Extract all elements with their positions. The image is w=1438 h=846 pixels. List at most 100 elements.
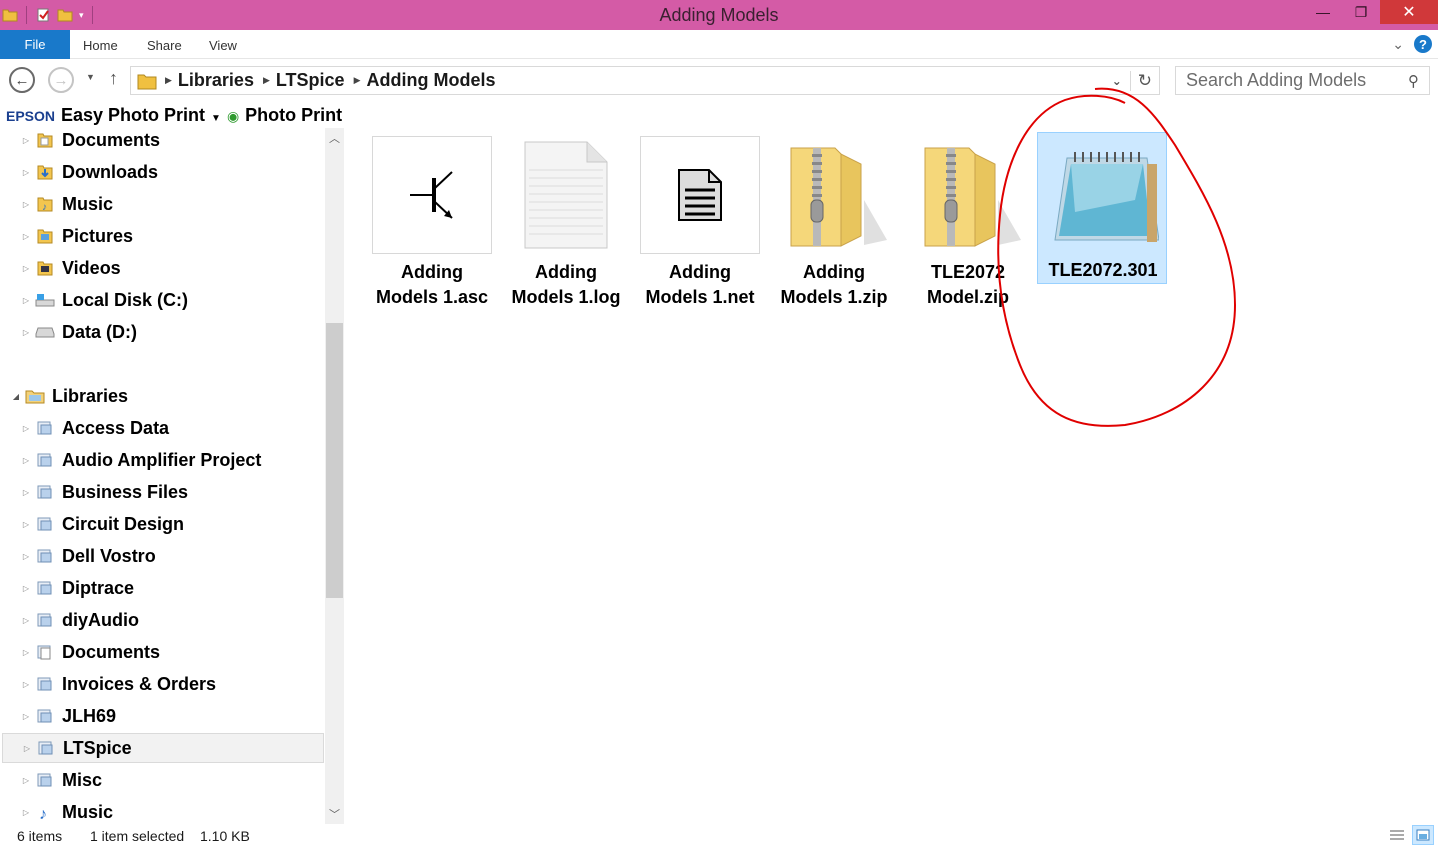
sidebar-item-music[interactable]: ▷ ♪ Music (20, 189, 320, 219)
sidebar-item-access-data[interactable]: ▷ Access Data (20, 413, 320, 443)
sidebar-item-jlh69[interactable]: ▷ JLH69 (20, 701, 320, 731)
help-icon[interactable]: ? (1414, 35, 1432, 53)
window-controls: — ❐ ✕ (1304, 0, 1438, 30)
sidebar-item-videos[interactable]: ▷ Videos (20, 253, 320, 283)
scroll-down-icon[interactable]: ﹀ (325, 806, 344, 822)
expand-arrow-icon[interactable]: ▷ (20, 424, 32, 433)
sidebar-item-pictures[interactable]: ▷ Pictures (20, 221, 320, 251)
arrow-right-icon: → (53, 71, 69, 89)
expand-arrow-icon[interactable]: ▷ (20, 552, 32, 561)
tab-home[interactable]: Home (83, 38, 118, 53)
expand-arrow-icon[interactable]: ▷ (20, 200, 32, 209)
expand-arrow-icon[interactable]: ▷ (20, 264, 32, 273)
dropdown-arrow-icon[interactable]: ▼ (211, 113, 221, 124)
expand-arrow-icon[interactable]: ▷ (20, 488, 32, 497)
sidebar-item-label: Libraries (52, 385, 129, 406)
status-bar: 6 items 1 item selected 1.10 KB (0, 824, 1438, 846)
expand-arrow-icon[interactable]: ▷ (20, 232, 32, 241)
zip-folder-icon (924, 147, 1021, 247)
sidebar-item-diptrace[interactable]: ▷ Diptrace (20, 573, 320, 603)
search-input[interactable]: Search Adding Models ⚲ (1175, 66, 1430, 95)
file-item-log[interactable]: Adding Models 1.log (501, 135, 631, 315)
recent-locations-icon[interactable]: ▼ (86, 72, 95, 82)
easy-photo-print-button[interactable]: Easy Photo Print (61, 105, 205, 126)
details-view-button[interactable] (1386, 825, 1408, 845)
expand-arrow-icon[interactable]: ▷ (20, 680, 32, 689)
library-icon (36, 738, 56, 758)
refresh-icon[interactable]: ↻ (1129, 70, 1159, 91)
expand-arrow-icon[interactable]: ▷ (20, 712, 32, 721)
breadcrumb-separator-icon[interactable]: ▶ (165, 75, 172, 86)
notepad-icon (1054, 152, 1159, 242)
close-button[interactable]: ✕ (1380, 0, 1438, 24)
item-count: 6 items (17, 828, 63, 844)
sidebar-item-dell-vostro[interactable]: ▷ Dell Vostro (20, 541, 320, 571)
sidebar-item-misc[interactable]: ▷ Misc (20, 765, 320, 795)
expand-arrow-icon[interactable]: ▷ (20, 520, 32, 529)
details-view-icon (1390, 830, 1404, 840)
scroll-up-icon[interactable]: ︿ (325, 130, 344, 146)
breadcrumb-separator-icon[interactable]: ▶ (354, 75, 361, 86)
expand-arrow-icon[interactable]: ▷ (21, 744, 33, 753)
sidebar-item-business-files[interactable]: ▷ Business Files (20, 477, 320, 507)
scrollbar-thumb[interactable] (326, 323, 343, 598)
breadcrumb-ltspice[interactable]: LTSpice (270, 70, 354, 91)
expand-arrow-icon[interactable]: ▷ (20, 328, 32, 337)
file-item-asc[interactable]: Adding Models 1.asc (367, 135, 497, 315)
expand-arrow-icon[interactable]: ▷ (20, 296, 32, 305)
large-icons-view-button[interactable] (1412, 825, 1434, 845)
breadcrumb-libraries[interactable]: Libraries (172, 70, 263, 91)
library-icon (35, 450, 55, 470)
expand-arrow-icon[interactable]: ▷ (20, 648, 32, 657)
breadcrumb-separator-icon[interactable]: ▶ (263, 75, 270, 86)
sidebar-item-label: Access Data (62, 417, 170, 438)
sidebar-item-audio-amplifier-project[interactable]: ▷ Audio Amplifier Project (20, 445, 320, 475)
expand-arrow-icon[interactable]: ▷ (20, 776, 32, 785)
sidebar-item-documents[interactable]: ▷ Documents (20, 125, 320, 155)
restore-button[interactable]: ❐ (1342, 0, 1380, 24)
sidebar-item-label: LTSpice (63, 737, 132, 758)
library-icon (35, 578, 55, 598)
sidebar-item-library-documents[interactable]: ▷ Documents (20, 637, 320, 667)
chevron-down-icon[interactable]: ⌄ (1392, 36, 1404, 53)
photo-print-button[interactable]: Photo Print (245, 105, 342, 126)
sidebar-item-library-music[interactable]: ▷ ♪ Music (20, 797, 320, 824)
libraries-icon (25, 386, 45, 406)
sidebar-item-circuit-design[interactable]: ▷ Circuit Design (20, 509, 320, 539)
sidebar-item-ltspice[interactable]: ▷ LTSpice (2, 733, 324, 763)
address-bar[interactable]: ▶ Libraries ▶ LTSpice ▶ Adding Models ⌄ … (130, 66, 1160, 95)
sidebar-item-data-drive[interactable]: ▷ Data (D:) (20, 317, 320, 347)
library-icon (35, 482, 55, 502)
file-item-zip-2[interactable]: TLE2072 Model.zip (903, 135, 1033, 315)
search-icon[interactable]: ⚲ (1408, 72, 1419, 90)
expand-arrow-icon[interactable]: ▷ (20, 808, 32, 817)
expand-arrow-icon[interactable]: ▷ (20, 456, 32, 465)
back-button[interactable]: ← (9, 67, 35, 93)
address-dropdown-icon[interactable]: ⌄ (1104, 74, 1130, 88)
sidebar-item-diyaudio[interactable]: ▷ diyAudio (20, 605, 320, 635)
up-arrow-icon[interactable]: ↑ (109, 68, 118, 89)
forward-button[interactable]: → (48, 67, 74, 93)
breadcrumb-adding-models[interactable]: Adding Models (361, 70, 505, 91)
sidebar-item-local-disk[interactable]: ▷ Local Disk (C:) (20, 285, 320, 315)
tab-view[interactable]: View (209, 38, 237, 53)
sidebar-item-invoices-orders[interactable]: ▷ Invoices & Orders (20, 669, 320, 699)
expand-arrow-icon[interactable]: ▷ (20, 616, 32, 625)
collapse-arrow-icon[interactable]: ◢ (10, 392, 22, 401)
tab-share[interactable]: Share (147, 38, 182, 53)
sidebar-item-label: Circuit Design (62, 513, 185, 534)
sidebar-item-downloads[interactable]: ▷ Downloads (20, 157, 320, 187)
file-item-net[interactable]: Adding Models 1.net (635, 135, 765, 315)
title-bar: ▾ Adding Models — ❐ ✕ (0, 0, 1438, 30)
tab-file[interactable]: File (0, 30, 70, 59)
expand-arrow-icon[interactable]: ▷ (20, 168, 32, 177)
expand-arrow-icon[interactable]: ▷ (20, 136, 32, 145)
file-name: Adding Models 1.zip (780, 262, 888, 307)
navigation-pane-scrollbar[interactable]: ︿ ﹀ (325, 128, 344, 824)
expand-arrow-icon[interactable]: ▷ (20, 584, 32, 593)
sidebar-item-libraries[interactable]: ◢ Libraries (10, 381, 320, 411)
music-folder-icon: ♪ (35, 194, 55, 214)
minimize-button[interactable]: — (1304, 0, 1342, 24)
file-item-zip-1[interactable]: Adding Models 1.zip (769, 135, 899, 315)
file-item-tle2072-301[interactable]: TLE2072.301 (1037, 132, 1167, 284)
